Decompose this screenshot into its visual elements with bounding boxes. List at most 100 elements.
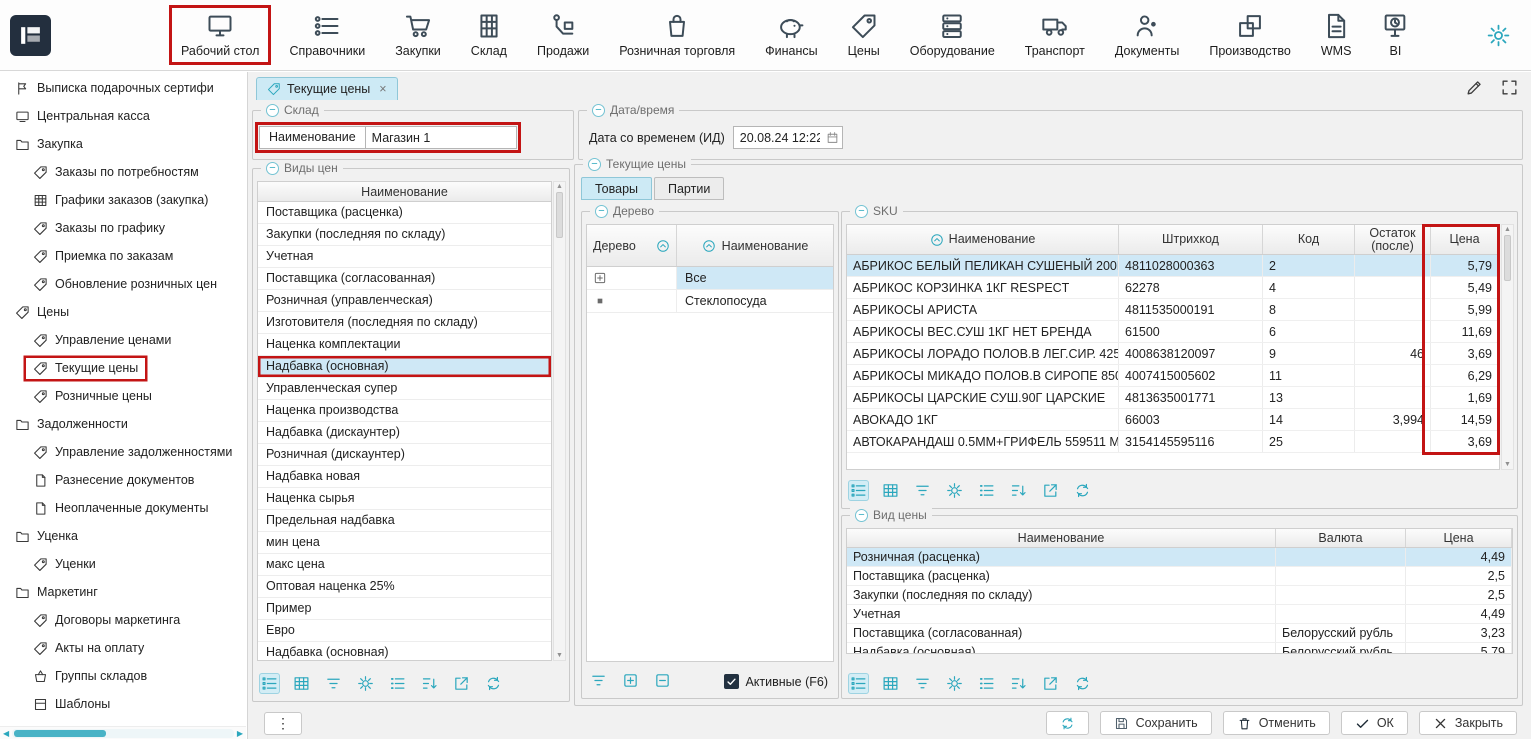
collapse-icon[interactable]: −	[266, 162, 279, 175]
price-type-row[interactable]: Наценка сырья	[258, 488, 551, 510]
refresh-button[interactable]	[1046, 711, 1089, 735]
sort-asc-icon[interactable]	[702, 239, 716, 253]
sidebar-item-akty-na-oplatu[interactable]: Акты на оплату	[0, 634, 246, 662]
menu-item-rabochiy-stol[interactable]: Рабочий стол	[172, 8, 268, 62]
sync-icon[interactable]	[483, 673, 504, 694]
sort-list-icon[interactable]	[419, 673, 440, 694]
price-type-row[interactable]: Евро	[258, 620, 551, 642]
sidebar-item-marketing[interactable]: Маркетинг	[0, 578, 246, 606]
menu-item-zakupki[interactable]: Закупки	[386, 8, 450, 62]
sidebar-item-ceny[interactable]: Цены	[0, 298, 246, 326]
plus-box-icon[interactable]	[620, 670, 641, 691]
vertical-scrollbar[interactable]: ▲ ▼	[1501, 224, 1514, 470]
settings-icon[interactable]	[944, 673, 965, 694]
sku-row[interactable]: АВТОКАРАНДАШ 0.5ММ+ГРИФЕЛЬ 559511 М 3154…	[847, 431, 1499, 453]
close-button[interactable]: Закрыть	[1419, 711, 1517, 735]
sidebar-item-vypiska-sertifikatov[interactable]: Выписка подарочных сертифи	[0, 74, 246, 102]
subtab-tovary[interactable]: Товары	[581, 177, 652, 200]
menu-item-spravochniki[interactable]: Справочники	[280, 8, 374, 62]
settings-gear-icon[interactable]	[1486, 23, 1511, 48]
price-type-row[interactable]: мин цена	[258, 532, 551, 554]
sidebar-item-grafiki-zakazov-zakupka[interactable]: Графики заказов (закупка)	[0, 186, 246, 214]
price-type-row[interactable]: Наценка производства	[258, 400, 551, 422]
price-type-row[interactable]: Предельная надбавка	[258, 510, 551, 532]
sidebar-item-tekushchie-ceny[interactable]: Текущие цены	[0, 354, 246, 382]
sidebar-item-upravlenie-zadolzhennostyami[interactable]: Управление задолженностями	[0, 438, 246, 466]
collapse-icon[interactable]: −	[595, 205, 608, 218]
sidebar-item-centralnaya-kassa[interactable]: Центральная касса	[0, 102, 246, 130]
vertical-scrollbar[interactable]: ▲ ▼	[553, 181, 566, 661]
price-type-row[interactable]: Надбавка (дискаунтер)	[258, 422, 551, 444]
scroll-up-arrow-icon[interactable]: ▲	[556, 183, 563, 190]
tab-current-prices[interactable]: Текущие цены ×	[256, 77, 398, 100]
scrollbar-thumb[interactable]	[1504, 235, 1511, 281]
collapse-icon[interactable]: −	[266, 104, 279, 117]
menu-item-proizvodstvo[interactable]: Производство	[1200, 8, 1300, 62]
scrollbar-thumb[interactable]	[14, 730, 106, 737]
price-view-row[interactable]: Закупки (последняя по складу) 2,5	[847, 586, 1512, 605]
menu-item-wms[interactable]: WMS	[1312, 8, 1361, 62]
fullscreen-icon[interactable]	[1500, 78, 1519, 97]
sidebar-item-zakazy-po-grafiku[interactable]: Заказы по графику	[0, 214, 246, 242]
sku-row[interactable]: АБРИКОСЫ ВЕС.СУШ 1КГ НЕТ БРЕНДА 61500 6 …	[847, 321, 1499, 343]
tree-row[interactable]: Стеклопосуда	[587, 290, 833, 313]
price-type-row[interactable]: Надбавка (основная)	[258, 642, 551, 661]
sort-asc-icon[interactable]	[930, 233, 944, 247]
sku-row[interactable]: АБРИКОС КОРЗИНКА 1КГ RESPECT 62278 4 5,4…	[847, 277, 1499, 299]
price-type-row[interactable]: Надбавка новая	[258, 466, 551, 488]
edit-pencil-icon[interactable]	[1465, 78, 1484, 97]
sidebar-item-shablony[interactable]: Шаблоны	[0, 690, 246, 718]
sku-row[interactable]: АБРИКОСЫ АРИСТА 4811535000191 8 5,99	[847, 299, 1499, 321]
sidebar-item-raznesenie-dokumentov[interactable]: Разнесение документов	[0, 466, 246, 494]
sku-row[interactable]: АВОКАДО 1КГ 66003 14 3,994 14,59	[847, 409, 1499, 431]
scroll-right-arrow-icon[interactable]: ▶	[237, 729, 243, 738]
filter-icon[interactable]	[912, 480, 933, 501]
numbered-list-icon[interactable]	[387, 673, 408, 694]
more-actions-button[interactable]: ⋮	[264, 712, 302, 735]
price-type-row[interactable]: Поставщика (расценка)	[258, 202, 551, 224]
scroll-left-arrow-icon[interactable]: ◀	[3, 729, 9, 738]
price-type-row[interactable]: Пример	[258, 598, 551, 620]
menu-item-roznichnaya-torgovlya[interactable]: Розничная торговля	[610, 8, 744, 62]
price-type-row[interactable]: Наценка комплектации	[258, 334, 551, 356]
subtab-partii[interactable]: Партии	[654, 177, 724, 200]
price-view-row[interactable]: Учетная 4,49	[847, 605, 1512, 624]
sidebar-item-upravlenie-cenami[interactable]: Управление ценами	[0, 326, 246, 354]
scroll-down-arrow-icon[interactable]: ▼	[556, 652, 563, 659]
sku-row[interactable]: АБРИКОСЫ МИКАДО ПОЛОВ.В СИРОПЕ 850Г 4007…	[847, 365, 1499, 387]
sidebar-item-zadolzhennosti[interactable]: Задолженности	[0, 410, 246, 438]
collapse-icon[interactable]: −	[592, 104, 605, 117]
settings-icon[interactable]	[355, 673, 376, 694]
datetime-input[interactable]	[734, 127, 826, 148]
price-type-row[interactable]: Управленческая супер	[258, 378, 551, 400]
filter-icon[interactable]	[323, 673, 344, 694]
menu-item-prodazhi[interactable]: Продажи	[528, 8, 598, 62]
sidebar-item-roznichnye-ceny[interactable]: Розничные цены	[0, 382, 246, 410]
price-view-row[interactable]: Розничная (расценка) 4,49	[847, 548, 1512, 567]
sync-icon[interactable]	[1072, 480, 1093, 501]
sidebar-item-ucenki[interactable]: Уценки	[0, 550, 246, 578]
sidebar-item-dogovory-marketinga[interactable]: Договоры маркетинга	[0, 606, 246, 634]
calendar-icon[interactable]	[826, 131, 839, 144]
tree-row[interactable]: Все	[587, 267, 833, 290]
leaf-icon[interactable]	[593, 294, 607, 308]
price-type-row[interactable]: Оптовая наценка 25%	[258, 576, 551, 598]
collapse-icon[interactable]: −	[588, 158, 601, 171]
sidebar-item-gruppy-skladov[interactable]: Группы складов	[0, 662, 246, 690]
price-view-row[interactable]: Поставщика (согласованная) Белорусский р…	[847, 624, 1512, 643]
price-type-row[interactable]: Поставщика (согласованная)	[258, 268, 551, 290]
price-type-row[interactable]: Розничная (управленческая)	[258, 290, 551, 312]
list-view-icon[interactable]	[259, 673, 280, 694]
sync-icon[interactable]	[1072, 673, 1093, 694]
sidebar-item-zakazy-po-potrebnostyam[interactable]: Заказы по потребностям	[0, 158, 246, 186]
scroll-down-arrow-icon[interactable]: ▼	[1504, 461, 1511, 468]
menu-item-bi[interactable]: BI	[1372, 8, 1418, 62]
sidebar-horizontal-scrollbar[interactable]: ◀ ▶	[0, 726, 246, 739]
ok-button[interactable]: ОК	[1341, 711, 1408, 735]
collapse-icon[interactable]: −	[855, 205, 868, 218]
price-type-row[interactable]: Розничная (дискаунтер)	[258, 444, 551, 466]
sort-asc-icon[interactable]	[656, 239, 670, 253]
price-view-row[interactable]: Поставщика (расценка) 2,5	[847, 567, 1512, 586]
price-type-row[interactable]: макс цена	[258, 554, 551, 576]
price-type-row[interactable]: Учетная	[258, 246, 551, 268]
